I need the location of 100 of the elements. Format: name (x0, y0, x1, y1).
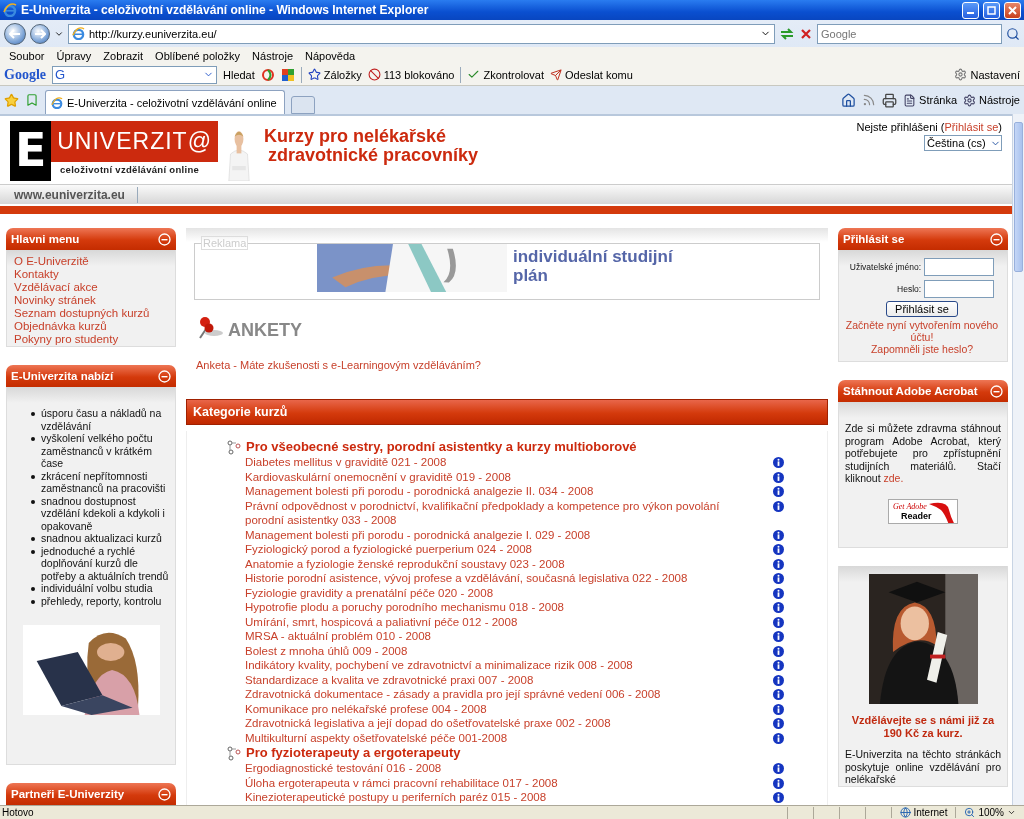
browser-tab[interactable]: E-Univerzita - celoživotní vzdělávání online (45, 90, 285, 114)
menu-link[interactable]: Vzdělávací akce (14, 281, 168, 294)
menu-item[interactable]: Úpravy (51, 49, 97, 62)
course-link[interactable]: Právní odpovědnost v porodnictví, kvalifikační předpoklady a kompetence pro výkon povolání porodní asistentky 033 - 2008 (245, 498, 725, 528)
info-icon[interactable] (773, 616, 784, 628)
spellcheck-button[interactable]: Zkontrolovat (467, 68, 544, 81)
menu-link[interactable]: Seznam dostupných kurzů (14, 307, 168, 320)
info-icon[interactable] (773, 529, 784, 541)
refresh-icon[interactable] (779, 26, 795, 41)
info-icon[interactable] (773, 500, 784, 512)
course-link[interactable]: MRSA - aktuální problém 010 - 2008 (245, 629, 725, 644)
menu-link[interactable]: O E-Univerzitě (14, 255, 168, 268)
search-field[interactable]: Google (817, 23, 1002, 44)
minimize-button[interactable] (962, 1, 979, 19)
info-icon[interactable] (773, 718, 784, 729)
collapse-icon[interactable] (990, 232, 1003, 246)
collapse-icon[interactable] (990, 384, 1003, 398)
print-icon[interactable] (882, 92, 898, 108)
menu-item[interactable]: Nástroje (247, 49, 299, 62)
maximize-button[interactable] (983, 1, 1000, 19)
info-icon[interactable] (773, 792, 784, 803)
search-icon[interactable] (1006, 26, 1020, 41)
menu-item[interactable]: Oblíbené položky (150, 49, 246, 62)
course-link[interactable]: Umírání, smrt, hospicová a paliativní péče 012 - 2008 (245, 614, 725, 629)
course-link[interactable]: Diabetes mellitus v graviditě 021 - 2008 (245, 455, 725, 470)
page-menu[interactable]: Stránka (903, 93, 958, 107)
address-field[interactable]: http://kurzy.euniverzita.eu/ (68, 23, 775, 44)
zoom-control[interactable]: 100% (955, 807, 1024, 818)
info-icon[interactable] (773, 486, 784, 497)
adobe-reader-badge[interactable]: Get Adobe Reader (888, 498, 958, 524)
swirl-icon[interactable] (260, 67, 275, 82)
rss-icon[interactable] (862, 93, 877, 107)
search-button[interactable]: Hledat (223, 68, 255, 81)
login-button[interactable]: Přihlásit se (886, 301, 958, 317)
menu-link[interactable]: Novinky stránek (14, 294, 168, 307)
account-link[interactable]: Začněte nyní vytvořením nového účtu! (843, 319, 1001, 343)
menu-link[interactable]: Kontakty (14, 268, 168, 281)
course-link[interactable]: Fyziologie gravidity a prenatální péče 020 - 2008 (245, 585, 725, 600)
menu-item[interactable]: Nápověda (300, 49, 361, 62)
course-link[interactable]: Management bolesti při porodu - porodnická analgezie II. 034 - 2008 (245, 484, 725, 499)
forward-button[interactable] (30, 23, 50, 44)
language-select[interactable]: Čeština (cs) (924, 135, 1002, 151)
acrobat-text: Zde si můžete zdravma stáhnout program Adobe Acrobat, který potřebujete pro zpřístupnění studijních materiálů. Stačí kliknout zde. (845, 422, 1001, 485)
info-icon[interactable] (773, 558, 784, 570)
info-icon[interactable] (773, 631, 784, 642)
popup-blocker-button[interactable]: 113 blokováno (367, 68, 455, 81)
course-link[interactable]: Anatomie a fyziologie ženské reprodukční soustavy 023 - 2008 (245, 556, 725, 571)
collapse-icon[interactable] (158, 369, 171, 383)
course-link[interactable]: Standardizace a kvalita ve zdravotnické praxi 007 - 2008 (245, 672, 725, 687)
course-link[interactable]: Multikulturní aspekty ošetřovatelské péče 001-2008 (245, 730, 725, 745)
info-icon[interactable] (773, 587, 784, 599)
course-link[interactable]: Kinezioterapeutické postupy u periferních paréz 015 - 2008 (245, 790, 725, 805)
poll-link[interactable]: Anketa - Máte zkušenosti s e-Learningovým vzděláváním? (196, 359, 828, 371)
course-link[interactable]: Komunikace pro nelékařské profese 004 - 2008 (245, 701, 725, 716)
course-link[interactable]: Management bolesti při porodu - porodnická analgezie I. 029 - 2008 (245, 527, 725, 542)
account-link[interactable]: Zapomněli jste heslo? (870, 343, 974, 355)
info-icon[interactable] (773, 732, 784, 744)
info-icon[interactable] (773, 674, 784, 686)
collapse-icon[interactable] (158, 232, 171, 246)
google-search-field[interactable]: G (52, 65, 217, 84)
send-button[interactable]: Odeslat komu (550, 68, 633, 81)
login-link[interactable]: Přihlásit se (944, 121, 999, 133)
info-icon[interactable] (773, 703, 784, 715)
scrollbar[interactable] (1012, 114, 1024, 805)
bullet-icon (31, 474, 35, 479)
username-field[interactable] (924, 258, 995, 276)
course-link[interactable]: Zdravotnická dokumentace - zásady a pravidla pro její správné vedení 006 - 2008 (245, 687, 725, 702)
close-button[interactable] (1004, 1, 1021, 19)
course-link[interactable]: Fyziologický porod a fyziologické puerperium 024 - 2008 (245, 542, 725, 557)
password-field[interactable] (924, 280, 995, 298)
bookmarks-button[interactable]: Záložky (307, 68, 362, 81)
download-link[interactable]: zde. (883, 472, 904, 484)
course-link[interactable]: Zdravotnická legislativa a její dopad do ošetřovatelské praxe 002 - 2008 (245, 716, 725, 731)
info-icon[interactable] (773, 544, 784, 555)
info-icon[interactable] (773, 660, 784, 671)
info-icon[interactable] (773, 645, 784, 657)
course-link[interactable]: Bolest z mnoha úhlů 009 - 2008 (245, 643, 725, 658)
info-icon[interactable] (773, 777, 784, 789)
settings-button[interactable]: Nastavení (954, 68, 1020, 81)
info-icon[interactable] (773, 763, 784, 774)
info-icon[interactable] (773, 602, 784, 613)
collapse-icon[interactable] (158, 787, 171, 801)
course-link[interactable]: Kardiovaskulární onemocnění v graviditě 019 - 2008 (245, 469, 725, 484)
home-icon[interactable] (841, 92, 857, 108)
course-link[interactable]: Historie porodní asistence, vývoj profese a vzdělávání, současná legislativa 022 - 2008 (245, 571, 725, 586)
menu-link[interactable]: Objednávka kurzů (14, 320, 168, 333)
tools-menu[interactable]: Nástroje (963, 93, 1020, 107)
course-link[interactable]: Indikátory kvality, pochybení ve zdravotnictví a minimalizace rizik 008 - 2008 (245, 658, 725, 673)
info-icon[interactable] (773, 471, 784, 483)
menu-item[interactable]: Soubor (4, 49, 50, 62)
course-link[interactable]: Ergodiagnostické testování 016 - 2008 (245, 761, 725, 776)
course-link[interactable]: Úloha ergoterapeuta v rámci pracovní rehabilitace 017 - 2008 (245, 775, 725, 790)
menu-link[interactable]: Pokyny pro studenty (14, 333, 168, 346)
stop-icon[interactable] (799, 26, 813, 41)
info-icon[interactable] (773, 457, 784, 468)
back-button[interactable] (4, 22, 26, 45)
menu-item[interactable]: Zobrazit (98, 49, 149, 62)
info-icon[interactable] (773, 689, 784, 700)
course-link[interactable]: Hypotrofie plodu a poruchy porodního mechanismu 018 - 2008 (245, 600, 725, 615)
info-icon[interactable] (773, 573, 784, 584)
